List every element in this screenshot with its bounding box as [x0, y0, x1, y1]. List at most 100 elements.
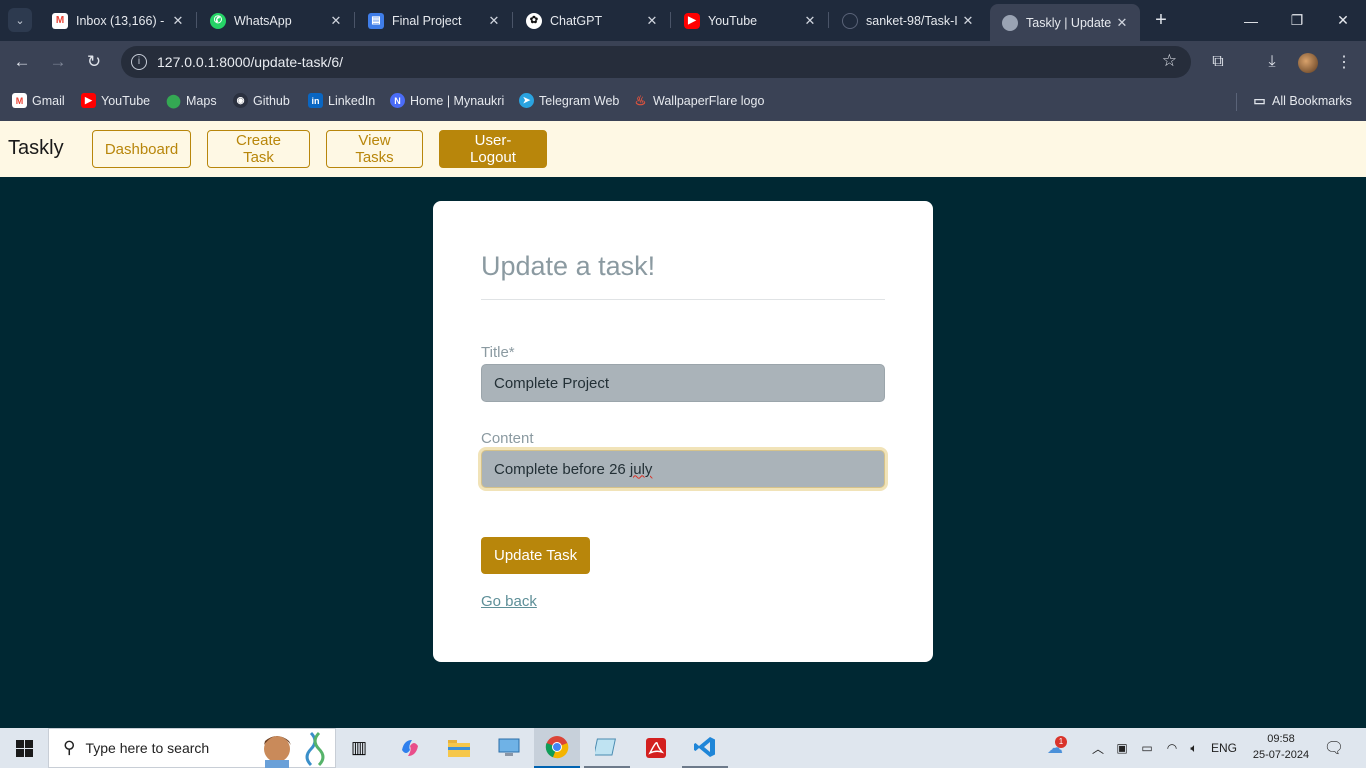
extensions-puzzle-icon[interactable]: ⧉ — [1205, 49, 1231, 75]
menu-kebab-icon[interactable]: ⋮ — [1331, 49, 1357, 75]
bookmark-gmail[interactable]: M Gmail — [12, 93, 65, 108]
task-view-icon[interactable]: ▥ — [336, 728, 382, 768]
bookmark-linkedin[interactable]: in LinkedIn — [308, 93, 375, 108]
youtube-icon: ▶ — [684, 12, 700, 29]
youtube-icon: ▶ — [81, 93, 96, 108]
close-icon[interactable]: ✕ — [960, 13, 976, 29]
title-input[interactable]: Complete Project — [481, 364, 885, 402]
close-icon[interactable]: ✕ — [328, 13, 344, 29]
browser-toolbar: ← → ↻ i 127.0.0.1:8000/update-task/6/ ☆ … — [0, 41, 1366, 83]
chevron-up-icon[interactable]: ︿ — [1088, 728, 1108, 768]
minimize-icon[interactable]: — — [1228, 0, 1274, 41]
go-back-link[interactable]: Go back — [481, 593, 537, 610]
tab-final-project[interactable]: ▤ Final Project ✕ — [356, 6, 512, 35]
acrobat-icon[interactable] — [633, 728, 679, 768]
volume-icon[interactable]: 🔈︎ — [1184, 728, 1204, 768]
whatsapp-icon: ✆ — [210, 12, 226, 29]
notification-badge: 1 — [1055, 736, 1067, 748]
globe-icon — [1002, 14, 1018, 31]
close-icon[interactable]: ✕ — [802, 13, 818, 29]
forward-arrow-icon[interactable]: → — [45, 49, 71, 75]
github-icon: ◉ — [233, 93, 248, 108]
copilot-icon[interactable] — [387, 728, 433, 768]
search-icon: ⚲ — [63, 738, 76, 757]
new-tab-plus-icon[interactable]: + — [1150, 8, 1172, 32]
update-task-button[interactable]: Update Task — [481, 537, 591, 574]
close-icon[interactable]: ✕ — [170, 13, 186, 29]
close-icon[interactable]: ✕ — [1114, 15, 1130, 31]
back-arrow-icon[interactable]: ← — [9, 49, 35, 75]
view-tasks-button[interactable]: View Tasks — [326, 130, 423, 168]
spellcheck-underline: july — [629, 460, 653, 478]
logout-button[interactable]: User-Logout — [439, 130, 547, 168]
title-divider — [481, 299, 885, 300]
search-placeholder: Type here to search — [85, 740, 210, 756]
search-highlight-doodle-icon — [264, 731, 325, 768]
taskbar-search-box[interactable]: ⚲ Type here to search — [48, 728, 336, 768]
battery-icon[interactable]: ▭ — [1136, 728, 1158, 768]
telegram-icon: ➤ — [519, 93, 534, 108]
bookmark-mynaukri[interactable]: N Home | Mynaukri — [390, 93, 504, 108]
download-icon[interactable]: ⤓ — [1259, 49, 1285, 75]
bookmark-maps[interactable]: ⬤ Maps — [166, 92, 216, 108]
brand-logo[interactable]: Taskly — [8, 137, 64, 160]
browser-tab-strip: ⌄ M Inbox (13,166) - ✕ ✆ WhatsApp ✕ ▤ Fi… — [0, 0, 1366, 41]
bookmark-youtube[interactable]: ▶ YouTube — [81, 93, 150, 108]
content-input[interactable]: Complete before 26 july — [481, 450, 885, 488]
create-task-button[interactable]: Create Task — [207, 130, 310, 168]
tab-youtube[interactable]: ▶ YouTube ✕ — [672, 6, 828, 35]
system-clock[interactable]: 09:58 25-07-2024 — [1252, 731, 1310, 763]
weather-cloud-icon[interactable]: ☁ — [1042, 728, 1068, 768]
windows-start-button[interactable] — [0, 728, 48, 768]
restore-icon[interactable]: ❐ — [1274, 0, 1320, 41]
vscode-icon[interactable] — [682, 728, 728, 768]
address-bar[interactable]: i 127.0.0.1:8000/update-task/6/ ☆ — [121, 46, 1191, 78]
windows-taskbar: ⚲ Type here to search ▥ ☁ 1 ︿ ▣ ▭ ◠ 🔈︎ E… — [0, 728, 1366, 768]
title-input-value: Complete Project — [494, 374, 610, 392]
tab-divider — [828, 12, 829, 28]
maps-pin-icon: ⬤ — [166, 92, 181, 108]
tab-taskly-active[interactable]: Taskly | Update T ✕ — [990, 4, 1140, 41]
profile-avatar[interactable] — [1298, 53, 1318, 73]
wifi-icon[interactable]: ◠ — [1161, 728, 1183, 768]
tab-divider — [670, 12, 671, 28]
window-close-icon[interactable]: ✕ — [1320, 0, 1366, 41]
file-explorer-icon[interactable] — [436, 728, 482, 768]
bookmarks-bar: M Gmail ▶ YouTube ⬤ Maps ◉ Github in Lin… — [0, 83, 1366, 121]
content-label: Content — [481, 430, 534, 447]
tab-whatsapp[interactable]: ✆ WhatsApp ✕ — [198, 6, 354, 35]
close-icon[interactable]: ✕ — [486, 13, 502, 29]
remote-desktop-icon[interactable] — [486, 728, 532, 768]
chrome-icon[interactable] — [534, 728, 580, 768]
tab-divider — [512, 12, 513, 28]
dashboard-button[interactable]: Dashboard — [92, 130, 191, 168]
gmail-icon: M — [12, 93, 27, 108]
title-label: Title* — [481, 344, 515, 361]
bookmark-telegram[interactable]: ➤ Telegram Web — [519, 93, 619, 108]
github-icon — [842, 12, 858, 29]
bookmark-star-icon[interactable]: ☆ — [1162, 51, 1177, 71]
tab-search-chevron-icon[interactable]: ⌄ — [8, 8, 32, 32]
tab-github[interactable]: sanket-98/Task-I ✕ — [830, 6, 986, 35]
tab-chatgpt[interactable]: ✿ ChatGPT ✕ — [514, 6, 670, 35]
update-task-card: Update a task! Title* Complete Project C… — [433, 201, 933, 662]
all-bookmarks[interactable]: ▭ All Bookmarks — [1252, 93, 1352, 108]
docs-icon: ▤ — [368, 12, 384, 29]
tab-divider — [354, 12, 355, 28]
flame-icon: ♨ — [634, 92, 647, 108]
bookmark-wallpaperflare[interactable]: ♨ WallpaperFlare logo — [633, 92, 765, 108]
app-navbar: Taskly Dashboard Create Task View Tasks … — [0, 121, 1366, 177]
close-icon[interactable]: ✕ — [644, 13, 660, 29]
chatgpt-icon: ✿ — [526, 12, 542, 29]
site-info-icon[interactable]: i — [131, 54, 147, 70]
reload-icon[interactable]: ↻ — [81, 49, 107, 75]
url-text[interactable]: 127.0.0.1:8000/update-task/6/ — [157, 54, 343, 70]
notifications-icon[interactable]: 🗨︎ — [1318, 728, 1350, 768]
page-title: Update a task! — [481, 251, 656, 281]
meet-now-icon[interactable]: ▣ — [1112, 728, 1132, 768]
tab-gmail[interactable]: M Inbox (13,166) - ✕ — [40, 6, 196, 35]
bookmark-github[interactable]: ◉ Github — [233, 93, 290, 108]
notepad-icon[interactable] — [584, 728, 630, 768]
bookmarks-divider — [1236, 93, 1237, 111]
language-indicator[interactable]: ENG — [1208, 728, 1240, 768]
